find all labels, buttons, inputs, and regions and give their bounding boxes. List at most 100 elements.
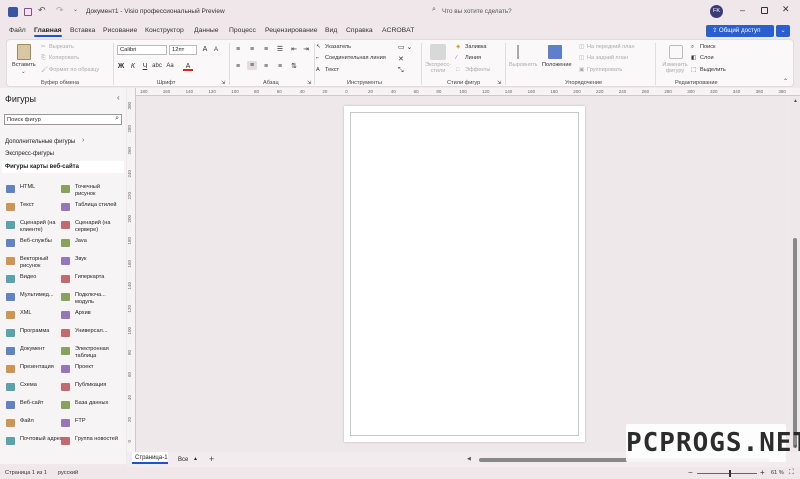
find-button[interactable]: Поиск — [700, 44, 716, 50]
shape-icon[interactable] — [6, 275, 15, 283]
align-right-icon[interactable]: ≡ — [261, 62, 271, 71]
shape-item-label[interactable]: FTP — [75, 418, 119, 425]
fit-page-icon[interactable]: ⛶ — [789, 469, 794, 477]
tab-process[interactable]: Процесс — [229, 27, 256, 34]
shape-styles-dialog-launcher-icon[interactable]: ⇲ — [497, 80, 501, 86]
vertical-scrollbar[interactable]: ▲ ▼ — [790, 96, 800, 452]
shape-item-label[interactable]: Таблица стилей — [75, 202, 119, 209]
share-button[interactable]: ⇪ Общий доступ — [706, 25, 774, 37]
increase-indent-icon[interactable]: ⇥ — [301, 45, 311, 54]
font-dialog-launcher-icon[interactable]: ⇲ — [221, 80, 225, 86]
cut-button[interactable]: Вырезать — [49, 44, 74, 50]
shape-item-label[interactable]: Точечный рисунок — [75, 184, 119, 198]
format-painter-button[interactable]: Формат по образцу — [49, 67, 99, 73]
shape-item-label[interactable]: Сценарий (на сервере) — [75, 220, 119, 234]
close-button[interactable]: ✕ — [782, 4, 790, 15]
group-button[interactable]: Группировать — [587, 67, 622, 73]
maximize-button[interactable] — [761, 7, 768, 14]
bring-to-front-button[interactable]: На передний план — [587, 44, 635, 50]
copy-button[interactable]: Копировать — [49, 55, 79, 61]
shape-icon[interactable] — [6, 311, 15, 319]
align-bottom-icon[interactable]: ≡ — [261, 45, 271, 54]
shape-icon[interactable] — [6, 419, 15, 427]
position-button[interactable]: Положение — [542, 62, 572, 68]
line-button[interactable]: Линия — [465, 55, 481, 61]
font-color-icon[interactable]: A — [183, 62, 193, 71]
shape-item-label[interactable]: Универсал... — [75, 328, 119, 335]
shape-item-label[interactable]: Видео — [20, 274, 64, 281]
zoom-out-icon[interactable]: − — [688, 468, 693, 477]
layers-button[interactable]: Слои — [700, 55, 714, 61]
shape-item-label[interactable]: Почтовый адрес — [20, 436, 64, 443]
shape-icon[interactable] — [61, 365, 70, 373]
select-button[interactable]: Выделить — [700, 67, 726, 73]
shape-icon[interactable] — [61, 257, 70, 265]
shape-icon[interactable] — [61, 221, 70, 229]
underline-icon[interactable]: Ч — [140, 62, 150, 71]
zoom-slider-thumb[interactable] — [729, 470, 731, 477]
page-tab[interactable]: Страница-1 — [132, 452, 168, 464]
tab-insert[interactable]: Вставка — [70, 27, 95, 34]
paste-dropdown-icon[interactable]: ⌄ — [21, 69, 26, 75]
close-x-icon[interactable]: ✕ — [398, 55, 404, 63]
shape-item-label[interactable]: Веб-сайт — [20, 400, 64, 407]
shape-icon[interactable] — [61, 185, 70, 193]
position-icon[interactable] — [548, 45, 562, 59]
connector-tool[interactable]: Соединительная линия — [325, 55, 386, 61]
bullets-icon[interactable]: ☰ — [275, 45, 285, 54]
shape-item-label[interactable]: HTML — [20, 184, 64, 191]
connection-point-icon[interactable]: ⤡ — [398, 67, 404, 75]
undo-icon[interactable]: ↶ — [38, 5, 46, 16]
align-top-icon[interactable]: ≡ — [233, 45, 243, 54]
stencil-selected[interactable]: Фигуры карты веб-сайта — [2, 161, 124, 173]
align-left-icon[interactable]: ≡ — [233, 62, 243, 71]
customize-qat-icon[interactable]: ⌄ — [73, 6, 78, 13]
font-size-select[interactable]: 12пт — [169, 45, 197, 55]
shape-item-label[interactable]: Презентация — [20, 364, 64, 371]
drawing-page[interactable] — [344, 106, 585, 442]
paragraph-dialog-launcher-icon[interactable]: ⇲ — [307, 80, 311, 86]
shape-icon[interactable] — [61, 419, 70, 427]
font-shrink-icon[interactable]: A — [211, 46, 221, 55]
send-to-back-button[interactable]: На задний план — [587, 55, 628, 61]
rectangle-shape-icon[interactable]: ▭ ⌄ — [398, 43, 412, 51]
shape-icon[interactable] — [61, 275, 70, 283]
collapse-pane-icon[interactable]: ‹ — [117, 93, 120, 102]
shape-item-label[interactable]: Публикация — [75, 382, 119, 389]
align-middle-icon[interactable]: ≡ — [247, 45, 257, 54]
shape-icon[interactable] — [6, 401, 15, 409]
quick-shapes[interactable]: Экспресс-фигуры — [5, 151, 54, 157]
shape-icon[interactable] — [61, 293, 70, 301]
shape-search-input[interactable]: Поиск фигур ⌕ — [4, 114, 122, 125]
tab-home[interactable]: Главная — [34, 27, 62, 37]
tab-view[interactable]: Вид — [325, 27, 337, 34]
shape-item-label[interactable]: Документ — [20, 346, 64, 353]
share-dropdown-icon[interactable]: ⌄ — [776, 25, 790, 37]
save-icon[interactable] — [24, 8, 32, 16]
font-name-select[interactable]: Calibri — [117, 45, 167, 55]
tab-help[interactable]: Справка — [346, 27, 373, 34]
scroll-thumb[interactable] — [793, 238, 797, 448]
zoom-level[interactable]: 61 % — [771, 470, 784, 476]
change-shape-button[interactable]: Изменить фигуру — [659, 62, 691, 74]
shape-item-label[interactable]: Архив — [75, 310, 119, 317]
shape-item-label[interactable]: Проект — [75, 364, 119, 371]
shape-icon[interactable] — [61, 383, 70, 391]
shape-icon[interactable] — [6, 239, 15, 247]
redo-icon[interactable]: ↷ — [56, 5, 64, 16]
bold-icon[interactable]: Ж — [116, 62, 126, 71]
search-box[interactable]: ⌕ Что вы хотите сделать? — [430, 4, 580, 19]
shape-item-label[interactable]: Программа — [20, 328, 64, 335]
fill-button[interactable]: Заливка — [465, 44, 487, 50]
more-shapes[interactable]: Дополнительные фигуры — [5, 139, 75, 145]
all-pages-tab[interactable]: Все — [178, 457, 188, 463]
shape-icon[interactable] — [61, 239, 70, 247]
decrease-indent-icon[interactable]: ⇤ — [289, 45, 299, 54]
shape-icon[interactable] — [6, 293, 15, 301]
shape-icon[interactable] — [6, 221, 15, 229]
effects-button[interactable]: Эффекты — [465, 67, 490, 73]
italic-icon[interactable]: К — [128, 62, 138, 71]
text-direction-icon[interactable]: ⇅ — [289, 62, 299, 71]
shape-icon[interactable] — [61, 437, 70, 445]
shape-item-label[interactable]: Мультимед... — [20, 292, 64, 299]
